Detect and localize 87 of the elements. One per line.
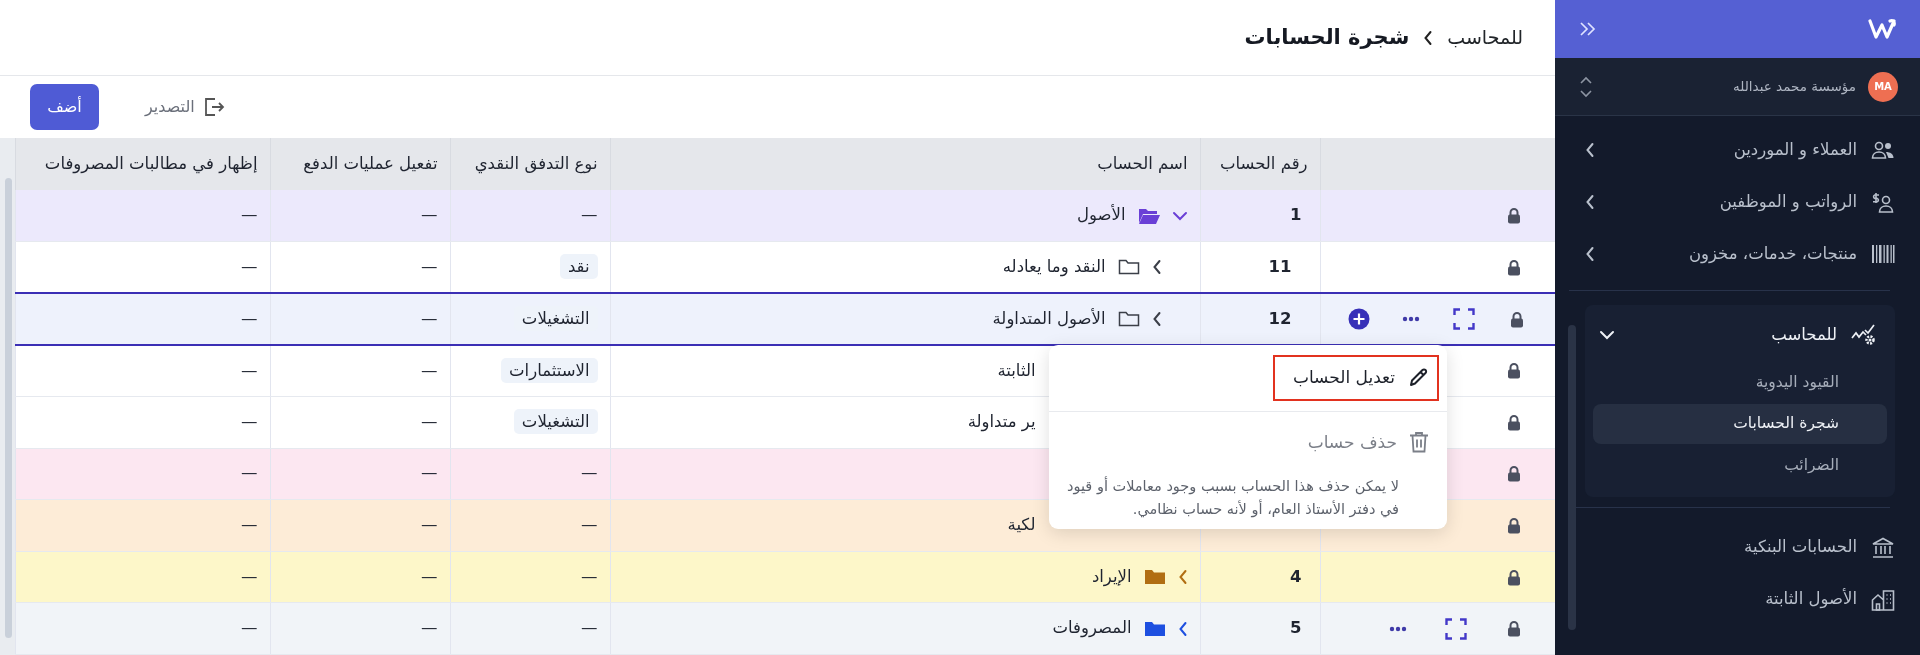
column-header[interactable]: اسم الحساب [610,138,1200,190]
building-icon [1871,588,1895,611]
nav-subitem[interactable]: القيود اليدوية [1593,363,1887,403]
breadcrumb-separator-icon[interactable] [1423,29,1434,46]
page-title: شجرة الحسابات [1244,23,1410,51]
collapse-icon[interactable] [1579,21,1597,37]
table-cell: — [270,241,450,294]
column-header[interactable]: تفعيل عمليات الدفع [270,138,450,190]
add-button[interactable]: أضف [30,84,99,130]
table-cell: 5 [1200,602,1320,655]
lock-icon [1507,258,1521,276]
account-name: النقد وما يعادله [1002,255,1106,279]
nav-item[interactable]: الحسابات البنكية [1555,521,1920,574]
expand-icon[interactable] [1445,617,1467,640]
nav-item[interactable]: العملاء و الموردين [1555,124,1920,176]
salary-person-icon [1871,191,1895,213]
chevron-icon[interactable] [1151,311,1162,327]
trash-icon [1409,431,1429,454]
chevron-icon[interactable] [1585,142,1595,158]
table-cell: 11 [1200,241,1320,294]
folder-icon [1117,258,1140,277]
export-button[interactable]: التصدير [139,94,231,120]
account-name: الأصول المتداولة [992,307,1106,331]
lock-icon [1507,413,1521,431]
folder-icon [1117,310,1140,328]
account-name: الثابتة [997,359,1036,382]
table-cell: — [270,396,450,449]
account-name: المصروفات [1052,617,1132,640]
lock-icon [1507,207,1521,225]
table-cell: — [15,293,270,345]
lock-icon [1507,516,1521,534]
nav-item[interactable]: الرواتب و الموظفين [1555,176,1920,228]
table-cell: — [270,602,450,655]
table-cell: 1 [1200,190,1320,242]
table-cell: — [270,551,450,603]
table-cell: — [450,190,610,242]
barcode-icon [1871,244,1895,264]
nav-group[interactable]: للمحاسب [1585,309,1895,361]
chevron-icon[interactable] [1585,194,1595,210]
table-cell: — [270,293,450,345]
avatar: MA [1868,71,1898,102]
nav-subitem[interactable]: شجرة الحسابات [1593,404,1887,444]
column-header[interactable]: رقم الحساب [1200,138,1320,190]
lock-icon [1509,310,1524,328]
table-cell: — [450,551,610,603]
account-name: الأصول [1076,203,1126,227]
cash-flow-tag: الاستثمارات [501,357,598,383]
export-icon [202,96,225,118]
switch-icon[interactable] [1579,75,1593,98]
people-icon [1871,140,1895,160]
lock-icon [1507,620,1521,638]
table-cell: — [270,448,450,500]
ledger-link[interactable]: دفتر الأستاذ العام [1271,501,1376,518]
pencil-icon [1407,366,1429,389]
lock-icon [1507,362,1521,380]
edit-account-item[interactable]: تعديل الحساب [1272,355,1439,401]
expand-icon[interactable] [1453,308,1476,330]
cash-flow-tag: التشغيلات [513,408,598,434]
breadcrumb-link[interactable]: للمحاسب [1447,23,1523,52]
nav-subitem[interactable]: الضرائب [1593,445,1887,485]
chart-gear-icon [1851,324,1877,346]
add-icon[interactable] [1347,308,1370,330]
nav-item[interactable]: منتجات، خدمات، مخزون [1555,228,1920,280]
table-cell: — [450,448,610,500]
account-name: الإيراد [1091,565,1132,589]
bank-icon [1871,536,1895,559]
table-cell: — [270,190,450,242]
table-cell: — [270,499,450,552]
column-header[interactable]: نوع التدفق النقدي [450,138,610,190]
scrollbar[interactable] [1568,325,1576,630]
account-name: ير متداولة [967,410,1036,434]
lock-icon [1507,568,1521,586]
account-name: لكية [1007,514,1036,537]
cash-flow-tag: نقد [559,253,598,279]
column-header[interactable]: إظهار في مطالبات المصروفات [15,138,270,190]
more-icon[interactable] [1389,625,1407,632]
more-icon[interactable] [1402,316,1421,322]
table-cell: 4 [1200,551,1320,603]
logo-icon[interactable] [1868,17,1898,41]
nav-item[interactable]: الأصول الثابتة [1555,573,1920,626]
organization-name: مؤسسة محمد عبدالله [1732,77,1856,97]
table-cell: — [450,602,610,655]
chevron-icon[interactable] [1151,259,1162,276]
table-cell: — [450,499,610,552]
table-cell: — [270,344,450,397]
lock-icon [1507,465,1521,483]
chevron-icon[interactable] [1585,246,1595,262]
